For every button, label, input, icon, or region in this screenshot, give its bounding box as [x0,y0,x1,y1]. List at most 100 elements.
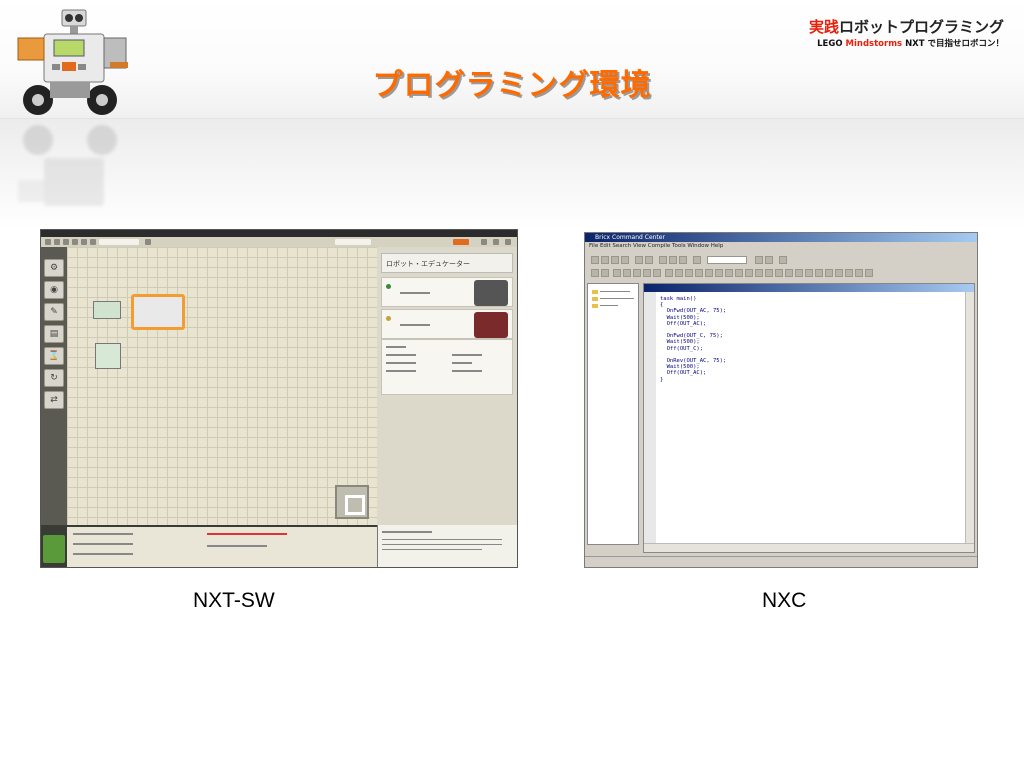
toolbar-icon [635,256,643,264]
nxt-brick-icon [43,535,65,563]
program-block [95,343,121,369]
bricx-toolbar-1 [587,255,975,266]
brand-subtitle-accent: Mindstorms [845,39,903,49]
toolbar-icon [591,269,599,277]
nxt-sw-caption: NXT-SW [193,589,275,612]
toolbar-icon [601,269,609,277]
yellow-dot-icon [386,316,391,321]
toolbar-icon [755,269,763,277]
toolbar-icon [693,256,701,264]
toolbar-icon [623,269,631,277]
challenge-card [381,277,513,307]
toolbar-icon [621,256,629,264]
toolbar-icon [54,239,60,245]
brand-title-rest: ロボットプログラミング [838,18,1004,36]
palette-block-icon: ⚙ [44,259,64,277]
toolbar-icon [825,269,833,277]
toolbar-icon [845,269,853,277]
robot-thumbnail [474,280,508,306]
placeholder-line [386,362,416,364]
toolbar-icon [755,256,763,264]
toolbar-icon [669,256,677,264]
toolbar-icon [785,269,793,277]
power-slider [207,533,287,535]
toolbar-field [99,239,139,245]
palette-block-icon: ⇄ [44,391,64,409]
toolbar-icon [815,269,823,277]
placeholder-line [452,354,482,356]
placeholder-line [382,549,482,550]
nxt-toolbar [41,237,517,247]
green-dot-icon [386,284,391,289]
program-canvas [67,247,377,525]
brand-title-accent: 実践 [808,18,839,36]
toolbar-icon [659,256,667,264]
nxc-caption: NXC [762,589,807,612]
toolbar-icon [591,256,599,264]
brand-subtitle-part2: NXT で目指せロボコン！ [902,39,1004,49]
brand-subtitle-part1: LEGO [817,39,846,49]
folder-icon [592,304,598,308]
toolbar-icon [765,269,773,277]
code-explorer-panel [587,283,639,545]
palette-block-icon: ▤ [44,325,64,343]
toolbar-icon [795,269,803,277]
placeholder-line [600,291,630,292]
placeholder-line [73,533,133,535]
robot-educator-heading: ロボット・エデュケーター [381,253,513,273]
toolbar-icon [493,239,499,245]
toolbar-icon [665,269,673,277]
toolbar-icon [505,239,511,245]
help-panel [377,525,517,567]
nxc-source-code: task main() { OnFwd(OUT_AC, 75); Wait(50… [660,296,727,383]
palette-block-icon: ✎ [44,303,64,321]
toolbar-icon [735,269,743,277]
editor-gutter [644,292,656,544]
nxt-window-titlebar [41,230,517,237]
toolbar-icon [645,256,653,264]
toolbar-icon [653,269,661,277]
toolbar-icon [90,239,96,245]
editor-vertical-scrollbar [965,292,974,546]
toolbar-icon [865,269,873,277]
palette-block-icon: ◉ [44,281,64,299]
placeholder-line [382,539,502,540]
toolbar-icon [695,269,703,277]
info-list [381,339,513,395]
toolbar-field [335,239,371,245]
toolbar-icon [725,269,733,277]
bricx-status-bar [585,556,977,567]
nxc-screenshot: Bricx Command Center File Edit Search Vi… [584,232,978,568]
placeholder-line [600,305,618,306]
toolbar-icon [745,269,753,277]
palette-block-icon: ↻ [44,369,64,387]
toolbar-icon [81,239,87,245]
folder-icon [592,290,598,294]
placeholder-line [400,292,430,294]
slide-title: プログラミング環境 [372,68,652,103]
header-reflection-band [0,119,1024,229]
placeholder-line [452,362,472,364]
nxt-robot-reflection [18,125,117,206]
block-config-area [41,525,377,567]
toolbar-icon [715,269,723,277]
bricx-window-titlebar: Bricx Command Center [585,233,977,242]
toolbar-icon [685,269,693,277]
block-palette: ⚙ ◉ ✎ ▤ ⌛ ↻ ⇄ [41,247,67,547]
toolbar-icon [72,239,78,245]
navigation-widget [335,485,369,519]
toolbar-icon [643,269,651,277]
placeholder-line [400,324,430,326]
placeholder-line [382,531,432,533]
toolbar-icon [481,239,487,245]
palette-block-icon: ⌛ [44,347,64,365]
toolbar-icon [855,269,863,277]
toolbar-icon [633,269,641,277]
toolbar-icon [835,269,843,277]
placeholder-line [207,545,267,547]
toolbar-icon [775,269,783,277]
toolbar-icon [611,256,619,264]
toolbar-orange-button [453,239,469,245]
toolbar-icon [613,269,621,277]
toolbar-icon [779,256,787,264]
